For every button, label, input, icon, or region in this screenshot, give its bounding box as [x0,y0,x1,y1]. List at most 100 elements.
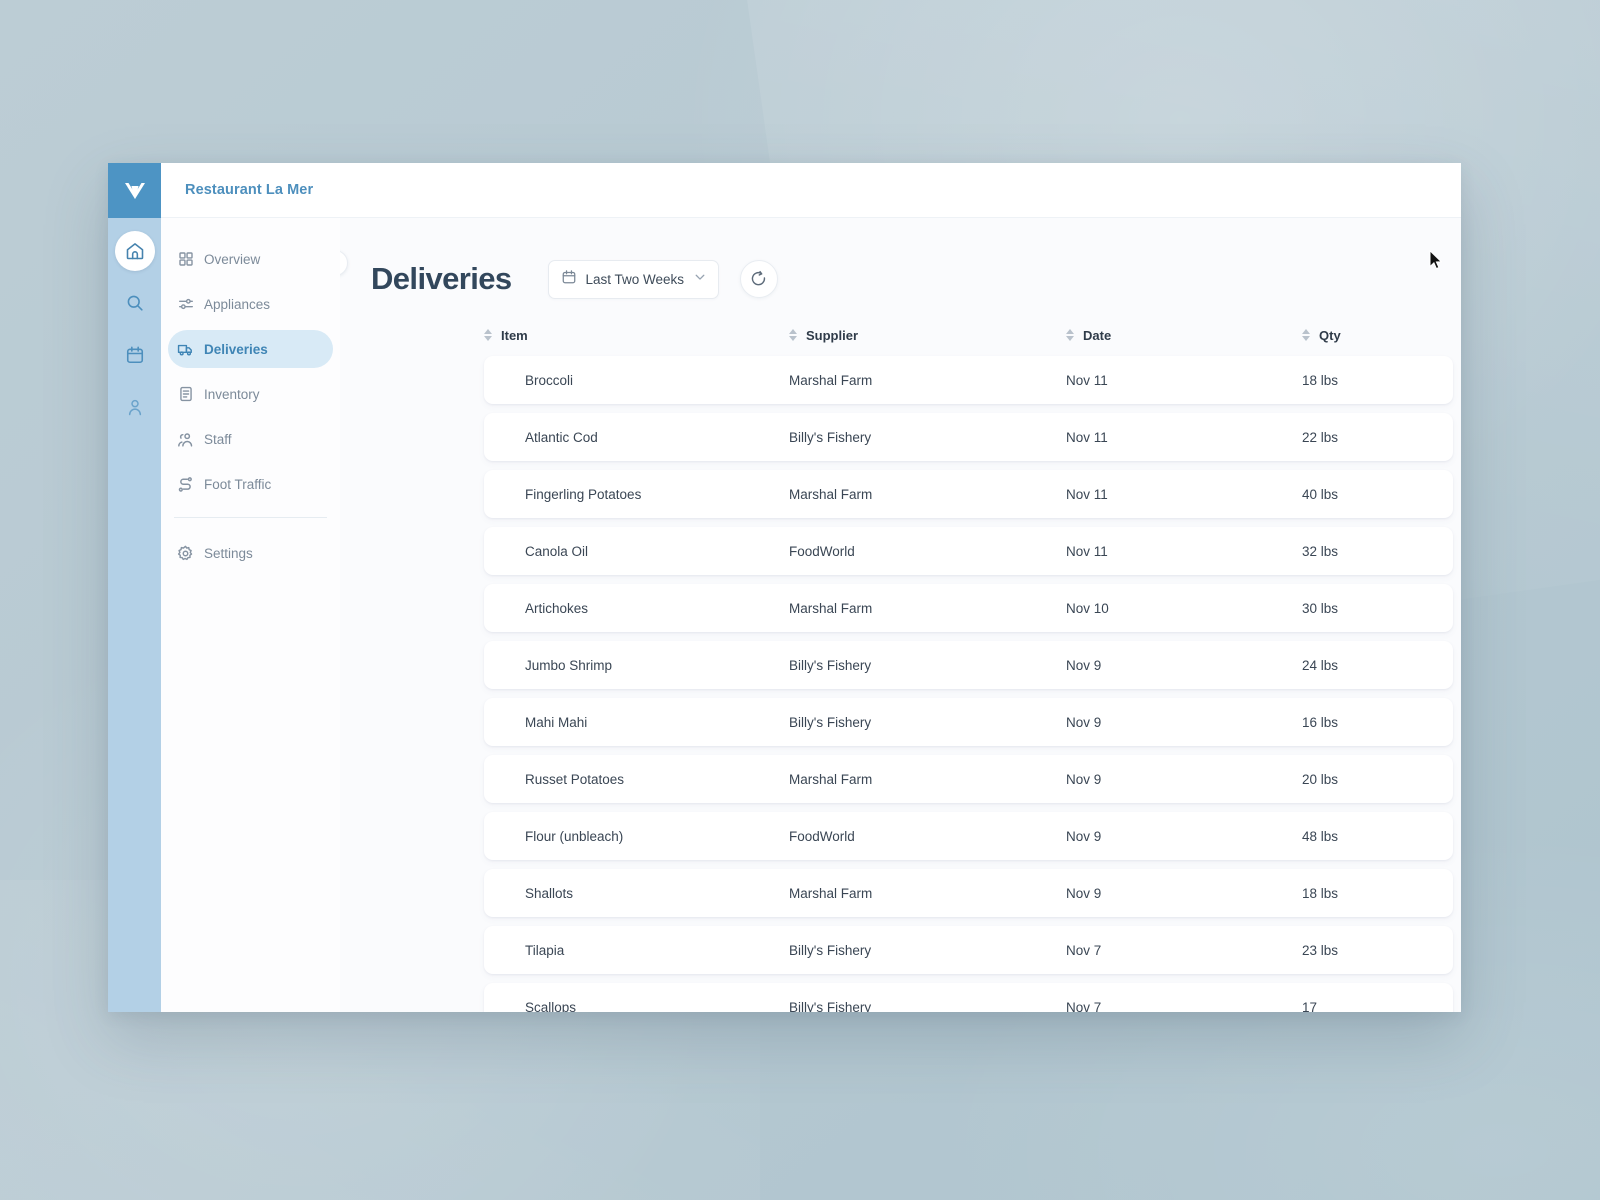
date-range-select[interactable]: Last Two Weeks [547,259,720,299]
sidebar-item-deliveries[interactable]: Deliveries [168,330,333,368]
cell-item: Artichokes [525,600,589,616]
sidebar-item-overview[interactable]: Overview [168,240,333,278]
cell-qty: 24 lbs [1302,657,1339,673]
column-header-label: Date [1083,327,1112,343]
chevron-down-icon [693,270,707,289]
cell-qty: 30 lbs [1302,600,1339,616]
page-title: Deliveries [371,261,512,296]
cell-qty: 48 lbs [1302,828,1339,844]
cell-date: Nov 9 [1066,828,1102,844]
table-row[interactable]: Canola Oil FoodWorld Nov 11 32 lbs [484,527,1453,575]
column-header-qty[interactable]: Qty [1302,328,1457,343]
refresh-icon [751,270,766,286]
table-row[interactable]: Tilapia Billy's Fishery Nov 7 23 lbs [484,926,1453,974]
refresh-button[interactable] [740,260,779,298]
home-icon [126,243,143,260]
table-row[interactable]: Russet Potatoes Marshal Farm Nov 9 20 lbs [484,755,1453,803]
cell-supplier: Marshal Farm [789,885,873,901]
cell-qty: 32 lbs [1302,543,1339,559]
users-icon [177,431,194,448]
grid-icon [177,251,194,268]
table-body: Broccoli Marshal Farm Nov 11 18 lbs Atlantic… [340,356,1457,1012]
table-row[interactable]: Jumbo Shrimp Billy's Fishery Nov 9 24 lbs [484,641,1453,689]
cell-date: Nov 9 [1066,657,1102,673]
cell-item: Broccoli [525,372,574,388]
rail-item-home[interactable] [114,231,155,271]
user-icon [128,399,141,416]
brand-title: Restaurant La Mer [185,182,314,198]
cell-qty: 16 lbs [1302,714,1339,730]
rail-item-profile[interactable] [115,387,155,427]
sidebar-item-staff[interactable]: Staff [168,420,333,458]
cell-supplier: Marshal Farm [789,771,873,787]
cell-date: Nov 10 [1066,600,1109,616]
cell-date: Nov 11 [1066,486,1108,502]
table-row[interactable]: Atlantic Cod Billy's Fishery Nov 11 22 lbs [484,413,1453,461]
sidebar-item-label: Settings [204,545,253,561]
cell-supplier: FoodWorld [789,543,855,559]
cell-item: Tilapia [525,942,565,958]
column-header-date[interactable]: Date [1066,328,1302,343]
truck-icon [177,341,194,358]
cell-qty: 40 lbs [1302,486,1339,502]
table-row[interactable]: Fingerling Potatoes Marshal Farm Nov 11 40 … [484,470,1453,518]
cell-supplier: Billy's Fishery [789,429,872,445]
column-header-label: Item [501,327,528,343]
sort-icon [484,329,492,341]
table-row[interactable]: Broccoli Marshal Farm Nov 11 18 lbs [484,356,1453,404]
cell-item: Russet Potatoes [525,771,625,787]
cell-supplier: Billy's Fishery [789,657,872,673]
column-header-label: Supplier [806,327,859,343]
table-header-row: Item Supplier Date Qty [340,318,1457,352]
sidebar-item-label: Overview [204,251,261,267]
sort-icon [789,329,797,341]
sidebar-item-label: Foot Traffic [204,476,272,492]
table-row[interactable]: Artichokes Marshal Farm Nov 10 30 lbs [484,584,1453,632]
sidebar-item-settings[interactable]: Settings [168,534,333,572]
sidebar-item-inventory[interactable]: Inventory [168,375,333,413]
sidebar-item-appliances[interactable]: Appliances [168,285,333,323]
rail-item-search[interactable] [115,283,155,323]
cell-date: Nov 11 [1066,543,1108,559]
app-logo[interactable] [108,163,161,218]
sidebar-item-label: Deliveries [204,341,268,357]
sidebar-item-label: Inventory [204,386,260,402]
cell-qty: 18 lbs [1302,372,1339,388]
route-icon [177,476,194,493]
cell-date: Nov 11 [1066,429,1108,445]
sort-icon [1302,329,1310,341]
chevron-logo-icon [124,182,145,199]
icon-rail [108,163,161,1012]
sliders-icon [177,296,194,313]
cell-date: Nov 9 [1066,771,1102,787]
cell-qty: 22 lbs [1302,429,1339,445]
cell-supplier: Marshal Farm [789,372,873,388]
table-row[interactable]: Shallots Marshal Farm Nov 9 18 lbs [484,869,1453,917]
sidebar-item-foot-traffic[interactable]: Foot Traffic [168,465,333,503]
table-row[interactable]: Flour (unbleach) FoodWorld Nov 9 48 lbs [484,812,1453,860]
cell-item: Shallots [525,885,574,901]
table-row[interactable]: Mahi Mahi Billy's Fishery Nov 9 16 lbs [484,698,1453,746]
cell-date: Nov 11 [1066,372,1108,388]
collapse-sidebar-button[interactable]: ‹ [340,250,348,276]
date-range-value: Last Two Weeks [585,271,685,287]
table-row[interactable]: Scallops Billy's Fishery Nov 7 17 [484,983,1453,1012]
desktop-background: Restaurant La Mer Overview Appliances De… [0,0,1600,1200]
rail-item-calendar[interactable] [115,335,155,375]
cell-item: Scallops [525,999,577,1013]
content-header: ‹ Deliveries Last Two Weeks [340,218,1461,310]
cell-item: Atlantic Cod [525,429,598,445]
gear-icon [177,545,194,562]
top-bar: Restaurant La Mer [161,163,1461,218]
column-header-item[interactable]: Item [484,328,789,343]
calendar-icon [126,346,143,364]
cell-item: Canola Oil [525,543,589,559]
column-header-supplier[interactable]: Supplier [789,328,1066,343]
sidebar-item-label: Appliances [204,296,271,312]
sort-icon [1066,329,1074,341]
sidebar-divider [174,517,327,518]
cell-qty: 23 lbs [1302,942,1339,958]
app-window: Restaurant La Mer Overview Appliances De… [108,163,1461,1012]
deliveries-table: Item Supplier Date Qty Broccoli Marshal … [340,318,1461,1012]
column-header-label: Qty [1319,327,1341,343]
